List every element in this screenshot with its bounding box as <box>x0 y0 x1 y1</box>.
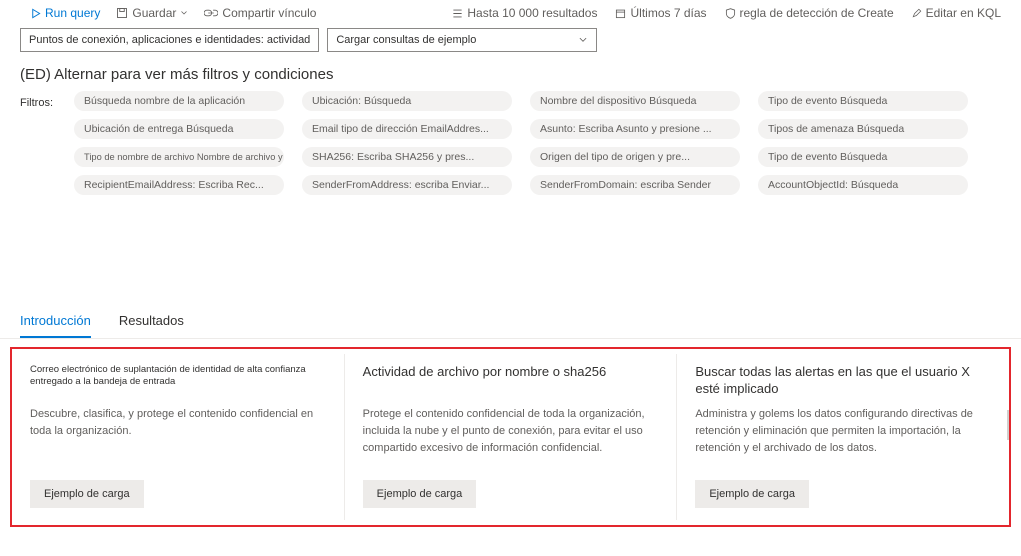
filter-pill[interactable]: SenderFromDomain: escriba Sender <box>530 175 740 195</box>
card-title: Correo electrónico de suplantación de id… <box>30 364 326 392</box>
filters-grid: Búsqueda nombre de la aplicación Ubicaci… <box>74 91 968 195</box>
card-title: Buscar todas las alertas en las que el u… <box>695 364 991 392</box>
filter-pill[interactable]: Tipos de amenaza Búsqueda <box>758 119 968 139</box>
divider <box>1007 410 1009 440</box>
share-button[interactable]: Compartir vínculo <box>204 6 316 20</box>
tab-results[interactable]: Resultados <box>119 313 184 338</box>
example-cards-region: Correo electrónico de suplantación de id… <box>10 347 1011 527</box>
calendar-icon <box>615 8 626 19</box>
filter-pill[interactable]: Ubicación: Búsqueda <box>302 91 512 111</box>
time-range-button[interactable]: Últimos 7 días <box>615 6 706 20</box>
filter-pill[interactable]: AccountObjectId: Búsqueda <box>758 175 968 195</box>
scope-select[interactable]: Puntos de conexión, aplicaciones e ident… <box>20 28 319 52</box>
scope-select-label: Puntos de conexión, aplicaciones e ident… <box>29 34 310 46</box>
pencil-icon <box>912 8 922 18</box>
load-example-button[interactable]: Ejemplo de carga <box>695 480 809 508</box>
time-range-label: Últimos 7 días <box>630 6 706 20</box>
examples-select-label: Cargar consultas de ejemplo <box>336 34 476 46</box>
edit-kql-button[interactable]: Editar en KQL <box>912 6 1001 20</box>
load-example-button[interactable]: Ejemplo de carga <box>30 480 144 508</box>
example-card: Buscar todas las alertas en las que el u… <box>676 354 1009 520</box>
selectors-row: Puntos de conexión, aplicaciones e ident… <box>0 24 1021 60</box>
toolbar-right: Hasta 10 000 resultados Últimos 7 días r… <box>452 6 1001 20</box>
filter-pill[interactable]: Tipo de evento Búsqueda <box>758 147 968 167</box>
filter-pill[interactable]: Asunto: Escriba Asunto y presione ... <box>530 119 740 139</box>
run-query-button[interactable]: Run query <box>30 6 100 20</box>
list-icon <box>452 8 463 19</box>
card-description: Descubre, clasifica, y protege el conten… <box>30 406 326 472</box>
filter-pill[interactable]: SenderFromAddress: escriba Enviar... <box>302 175 512 195</box>
filter-pill[interactable]: RecipientEmailAddress: Escriba Rec... <box>74 175 284 195</box>
detection-rule-button[interactable]: regla de detección de Create <box>725 6 894 20</box>
filters-region: Filtros: Búsqueda nombre de la aplicació… <box>0 91 1021 195</box>
filters-section-title: (ED) Alternar para ver más filtros y con… <box>0 60 1021 91</box>
toolbar-left: Run query Guardar Compartir vínculo <box>30 6 316 20</box>
results-limit-label: Hasta 10 000 resultados <box>467 6 597 20</box>
filter-pill[interactable]: Búsqueda nombre de la aplicación <box>74 91 284 111</box>
edit-kql-label: Editar en KQL <box>926 6 1001 20</box>
run-query-label: Run query <box>45 6 100 20</box>
filters-label: Filtros: <box>20 91 62 195</box>
save-button[interactable]: Guardar <box>116 6 188 20</box>
link-icon <box>204 8 218 18</box>
chevron-down-icon <box>578 35 588 45</box>
share-label: Compartir vínculo <box>222 6 316 20</box>
card-description: Administra y golems los datos configuran… <box>695 406 991 472</box>
filter-pill[interactable]: Email tipo de dirección EmailAddres... <box>302 119 512 139</box>
example-card: Correo electrónico de suplantación de id… <box>12 354 344 520</box>
filter-pill[interactable]: Origen del tipo de origen y pre... <box>530 147 740 167</box>
card-description: Protege el contenido confidencial de tod… <box>363 406 659 472</box>
filter-pill[interactable]: Tipo de evento Búsqueda <box>758 91 968 111</box>
tabs: Introducción Resultados <box>0 305 1021 339</box>
load-example-button[interactable]: Ejemplo de carga <box>363 480 477 508</box>
detection-rule-label: regla de detección de Create <box>740 6 894 20</box>
shield-icon <box>725 8 736 19</box>
chevron-down-icon <box>180 9 188 17</box>
tab-introduction[interactable]: Introducción <box>20 313 91 338</box>
play-icon <box>30 8 41 19</box>
toolbar: Run query Guardar Compartir vínculo Hast… <box>0 0 1021 24</box>
filter-pill[interactable]: Tipo de nombre de archivo Nombre de arch… <box>74 147 284 167</box>
results-limit-button[interactable]: Hasta 10 000 resultados <box>452 6 597 20</box>
save-label: Guardar <box>132 6 176 20</box>
save-icon <box>116 7 128 19</box>
filter-pill[interactable]: Ubicación de entrega Búsqueda <box>74 119 284 139</box>
example-card: Actividad de archivo por nombre o sha256… <box>344 354 677 520</box>
filter-pill[interactable]: SHA256: Escriba SHA256 y pres... <box>302 147 512 167</box>
card-title: Actividad de archivo por nombre o sha256 <box>363 364 659 392</box>
filter-pill[interactable]: Nombre del dispositivo Búsqueda <box>530 91 740 111</box>
examples-select[interactable]: Cargar consultas de ejemplo <box>327 28 597 52</box>
